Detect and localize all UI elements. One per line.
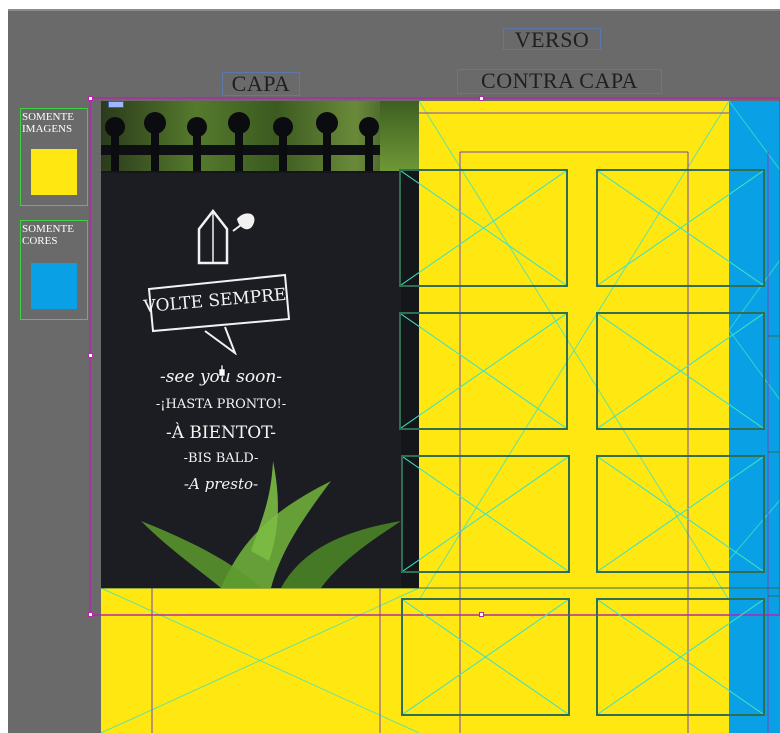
- house-doodle-icon: [197, 208, 255, 265]
- indesign-canvas: VERSO CAPA CONTRA CAPA SOMENTE IMAGENS S…: [0, 0, 780, 733]
- fence-ornament: [101, 112, 419, 171]
- selection-handle-bottom-left[interactable]: [88, 612, 93, 617]
- cover-photo[interactable]: VOLTE SEMPRE -see you soon- -¡HASTA PRON…: [101, 101, 419, 588]
- placeholder-frame-r2c2[interactable]: [596, 312, 765, 430]
- frame-link-indicator-icon[interactable]: [108, 101, 124, 108]
- placeholder-frame-r4c2[interactable]: [596, 598, 765, 716]
- placeholder-frame-r3c2[interactable]: [596, 455, 765, 573]
- selection-handle-top-left[interactable]: [88, 96, 93, 101]
- foreground-leaves: [141, 461, 401, 588]
- placeholder-frame-r1c2[interactable]: [596, 169, 765, 287]
- placeholder-frame-r2c1[interactable]: [399, 312, 568, 430]
- placeholder-frame-r4c1[interactable]: [401, 598, 570, 716]
- placeholder-frame-r3c1[interactable]: [401, 455, 570, 573]
- photo-edge-strip: [380, 101, 419, 171]
- hand-cursor-icon: [218, 364, 226, 377]
- selection-handle-bottom-center[interactable]: [479, 612, 484, 617]
- selection-handle-top-center[interactable]: [479, 96, 484, 101]
- selection-handle-middle-left[interactable]: [88, 353, 93, 358]
- placeholder-frame-r1c1[interactable]: [399, 169, 568, 287]
